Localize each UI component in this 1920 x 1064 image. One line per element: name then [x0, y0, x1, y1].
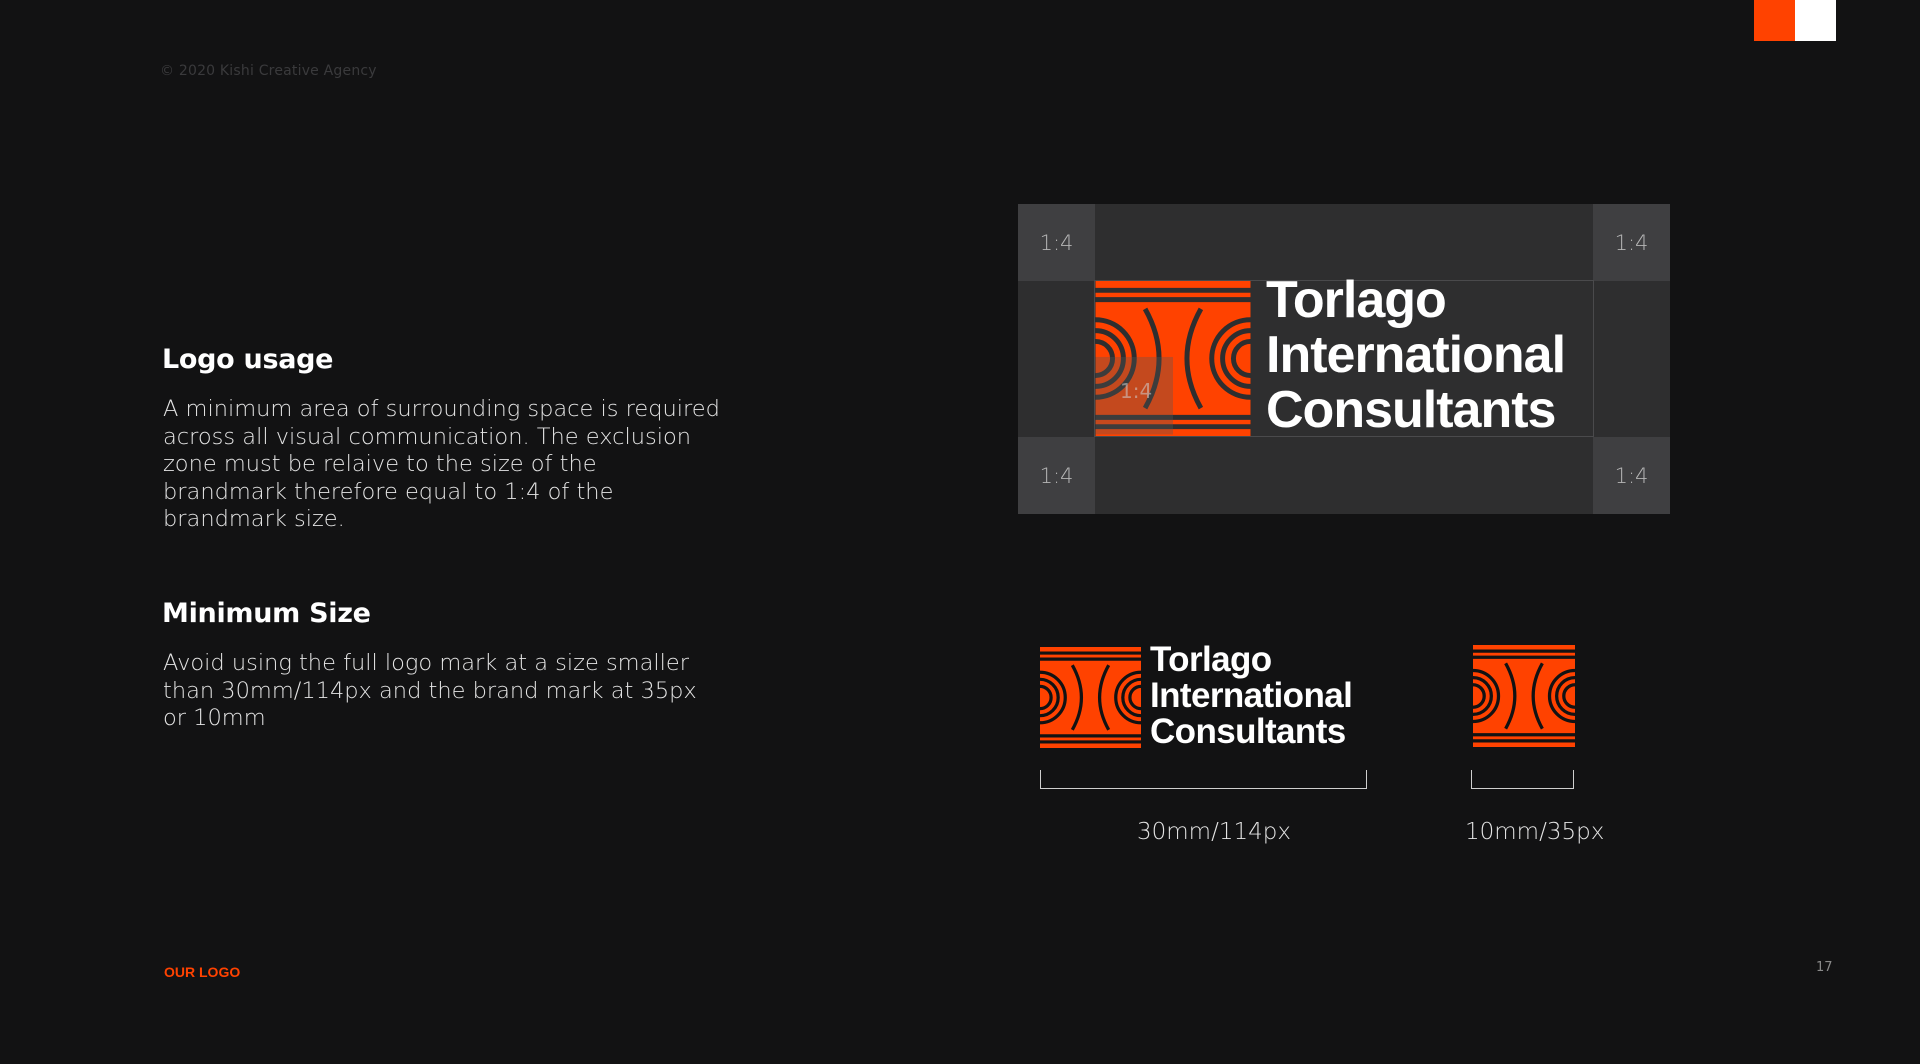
brandmark-small-icon: [1040, 647, 1141, 748]
minimum-size-text: Avoid using the full logo mark at a size…: [163, 650, 697, 731]
logo-usage-heading: Logo usage: [162, 344, 334, 375]
logo-frame: 1:4 Torlago International Consultants: [1094, 273, 1594, 438]
brandmark-size-label: 10mm/35px: [1465, 819, 1605, 845]
wordmark-small-line-1: Torlago: [1150, 640, 1272, 679]
brandmark-icon: [1095, 281, 1251, 436]
accent-square-orange: [1754, 0, 1795, 41]
zone-corner-bottom-right: 1:4: [1593, 437, 1670, 514]
wordmark-small-line-3: Consultants: [1150, 712, 1346, 751]
zone-corner-top-right: 1:4: [1593, 204, 1670, 281]
logo-usage-text: A minimum area of surrounding space is r…: [163, 396, 720, 532]
full-logo-width-bracket: [1040, 770, 1367, 789]
zone-corner-top-left: 1:4: [1018, 204, 1095, 281]
minimum-size-heading: Minimum Size: [162, 598, 371, 629]
page-number: 17: [1816, 960, 1833, 975]
wordmark-small: Torlago International Consultants: [1150, 640, 1353, 751]
full-logo-minimum: Torlago International Consultants: [1040, 640, 1380, 751]
brandmark-ratio-label: 1:4: [1120, 379, 1153, 403]
section-label: OUR LOGO: [164, 964, 241, 980]
wordmark-line-2: International: [1266, 326, 1566, 384]
accent-square-white: [1795, 0, 1836, 41]
exclusion-zone-diagram: 1:4 1:4 1:4 1:4 1:4 Torlago Internationa…: [1018, 204, 1670, 514]
wordmark-line-3: Consultants: [1266, 381, 1556, 439]
brandmark-width-bracket: [1471, 770, 1574, 789]
wordmark-line-1: Torlago: [1266, 271, 1447, 329]
full-logo-size-label: 30mm/114px: [1137, 819, 1291, 845]
wordmark: Torlago International Consultants: [1266, 271, 1566, 439]
brandmark-minimum-icon: [1473, 645, 1575, 747]
slide: © 2020 Kishi Creative Agency Logo usage …: [0, 0, 1920, 1064]
copyright: © 2020 Kishi Creative Agency: [160, 63, 377, 79]
wordmark-small-line-2: International: [1150, 676, 1353, 715]
zone-corner-bottom-left: 1:4: [1018, 437, 1095, 514]
